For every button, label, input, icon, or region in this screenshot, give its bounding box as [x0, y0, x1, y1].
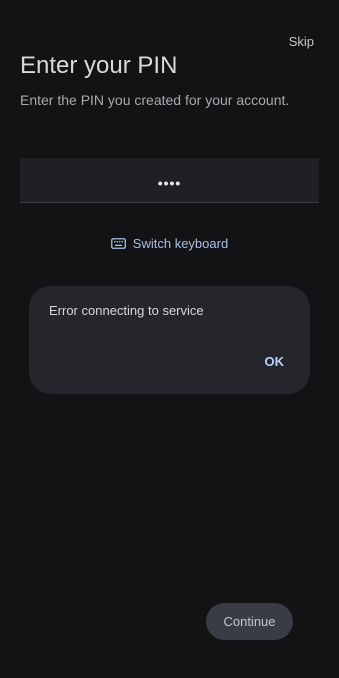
page-subtitle: Enter the PIN you created for your accou… [20, 92, 290, 108]
keyboard-icon [110, 238, 126, 249]
switch-keyboard-label: Switch keyboard [132, 236, 229, 251]
continue-button[interactable]: Continue [206, 603, 293, 640]
pin-input-value: •••• [157, 175, 182, 191]
error-message: Error connecting to service [49, 303, 204, 318]
switch-keyboard-button[interactable]: Switch keyboard [0, 236, 339, 251]
pin-entry-screen: Skip Enter your PIN Enter the PIN you cr… [0, 0, 339, 678]
error-dialog: Error connecting to service OK [29, 286, 310, 394]
ok-button[interactable]: OK [265, 354, 285, 369]
skip-button[interactable]: Skip [289, 34, 314, 49]
pin-input[interactable]: •••• [20, 158, 319, 203]
page-title: Enter your PIN [20, 52, 178, 79]
